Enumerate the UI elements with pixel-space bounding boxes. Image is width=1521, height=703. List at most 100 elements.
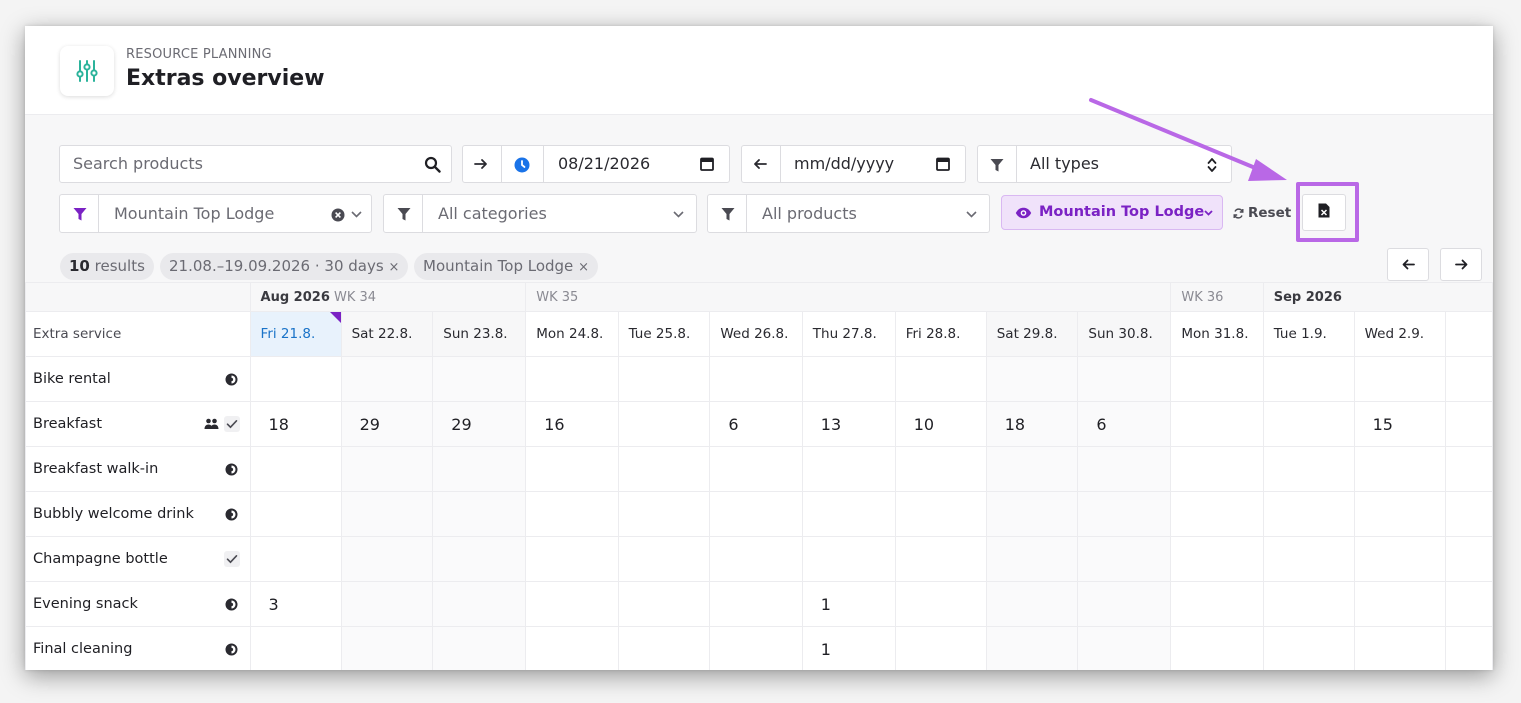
day-value-cell[interactable] [340,356,434,402]
day-value-cell[interactable] [894,491,987,537]
day-value-cell[interactable]: 1 [801,581,896,627]
day-value-cell[interactable] [894,356,987,402]
date-range-chip[interactable]: 21.08.–19.09.2026 · 30 days × [160,253,409,280]
day-value-cell[interactable] [1170,401,1264,447]
type-select[interactable]: All types [977,145,1232,183]
day-value-cell[interactable] [432,581,527,627]
day-value-cell[interactable] [1262,536,1355,582]
day-value-cell[interactable] [525,491,619,537]
chip-remove-icon[interactable]: × [388,260,399,275]
day-value-cell[interactable]: 29 [432,401,527,447]
next-period-button[interactable] [1440,248,1482,281]
day-value-cell[interactable] [617,446,711,492]
day-value-cell[interactable] [709,581,803,627]
day-value-cell[interactable] [894,626,987,670]
day-value-cell[interactable]: 6 [709,401,803,447]
day-header[interactable]: Wed 2.9. [1353,311,1447,357]
from-date-input[interactable]: 08/21/2026 [558,154,650,173]
day-value-cell[interactable] [432,536,527,582]
day-value-cell[interactable] [1353,356,1447,402]
day-value-cell[interactable] [249,446,342,492]
extra-service-name-cell[interactable]: Bike rental [25,356,251,402]
chip-remove-icon[interactable]: × [578,260,589,275]
calendar-icon[interactable] [699,156,715,172]
day-value-cell[interactable] [1170,626,1264,670]
day-value-cell[interactable] [709,626,803,670]
day-value-cell[interactable] [985,356,1079,402]
day-value-cell[interactable] [985,491,1079,537]
day-value-cell[interactable] [617,581,711,627]
search-icon[interactable] [423,155,441,173]
day-value-cell[interactable] [340,446,434,492]
day-value-cell[interactable] [525,446,619,492]
product-select[interactable]: All products [707,194,990,233]
day-value-cell[interactable]: 1 [801,626,896,670]
extra-service-name-cell[interactable]: Final cleaning [25,626,251,670]
day-value-cell[interactable] [985,446,1079,492]
day-value-cell[interactable] [340,626,434,670]
day-value-cell[interactable] [894,446,987,492]
extra-service-name-cell[interactable]: Champagne bottle [25,536,251,582]
day-value-cell[interactable] [432,626,527,670]
day-value-cell[interactable] [1077,626,1172,670]
day-value-cell[interactable] [709,356,803,402]
day-header[interactable]: Tue 1.9. [1262,311,1355,357]
day-value-cell[interactable]: 6 [1077,401,1172,447]
day-value-cell[interactable] [985,581,1079,627]
reset-button[interactable]: Reset [1233,203,1291,223]
day-value-cell[interactable] [894,581,987,627]
day-value-cell[interactable] [432,446,527,492]
day-header[interactable]: Wed 26.8. [709,311,803,357]
extra-service-name-cell[interactable]: Evening snack [25,581,251,627]
search-field[interactable]: Search products [59,145,452,183]
day-value-cell[interactable] [801,446,896,492]
day-header[interactable]: Mon 24.8. [525,311,619,357]
search-input[interactable]: Search products [73,154,203,173]
day-value-cell[interactable]: 18 [985,401,1079,447]
day-value-cell[interactable] [340,491,434,537]
location-select[interactable]: Mountain Top Lodge [59,194,372,233]
to-date-field[interactable]: mm/dd/yyyy [741,145,966,183]
view-location-button[interactable]: Mountain Top Lodge [1001,195,1223,230]
category-select[interactable]: All categories [383,194,697,233]
day-value-cell[interactable] [1262,356,1355,402]
day-header-today[interactable]: Fri 21.8. [249,311,342,357]
day-value-cell[interactable] [1353,536,1447,582]
day-value-cell[interactable]: 10 [894,401,987,447]
day-value-cell[interactable] [985,536,1079,582]
day-value-cell[interactable]: 13 [801,401,896,447]
day-header[interactable]: Sun 23.8. [432,311,527,357]
day-header[interactable]: Thu 27.8. [801,311,896,357]
day-value-cell[interactable] [801,356,896,402]
day-value-cell[interactable] [1353,491,1447,537]
day-value-cell[interactable] [1077,491,1172,537]
day-value-cell[interactable] [249,626,342,670]
day-header[interactable]: Sat 22.8. [340,311,434,357]
prev-period-button[interactable] [1387,248,1429,281]
day-value-cell[interactable] [894,536,987,582]
extra-service-name-cell[interactable]: Breakfast walk-in [25,446,251,492]
day-header[interactable]: Tue 25.8. [617,311,711,357]
day-value-cell[interactable] [1262,401,1355,447]
day-header[interactable]: Sun 30.8. [1077,311,1172,357]
day-value-cell[interactable] [617,491,711,537]
day-value-cell[interactable] [525,626,619,670]
day-value-cell[interactable] [432,356,527,402]
day-value-cell[interactable] [340,581,434,627]
day-header[interactable]: Fri 28.8. [894,311,987,357]
to-date-input[interactable]: mm/dd/yyyy [794,154,894,173]
day-value-cell[interactable]: 16 [525,401,619,447]
day-value-cell[interactable] [249,536,342,582]
day-value-cell[interactable] [801,491,896,537]
day-value-cell[interactable]: 18 [249,401,342,447]
day-value-cell[interactable] [1077,446,1172,492]
day-value-cell[interactable] [1262,581,1355,627]
day-value-cell[interactable] [1170,356,1264,402]
day-value-cell[interactable] [1262,626,1355,670]
day-value-cell[interactable] [1077,536,1172,582]
day-value-cell[interactable] [617,536,711,582]
day-value-cell[interactable]: 29 [340,401,434,447]
chevron-down-icon[interactable] [350,208,362,220]
extra-service-name-cell[interactable]: Breakfast [25,401,251,447]
day-value-cell[interactable]: 3 [249,581,342,627]
